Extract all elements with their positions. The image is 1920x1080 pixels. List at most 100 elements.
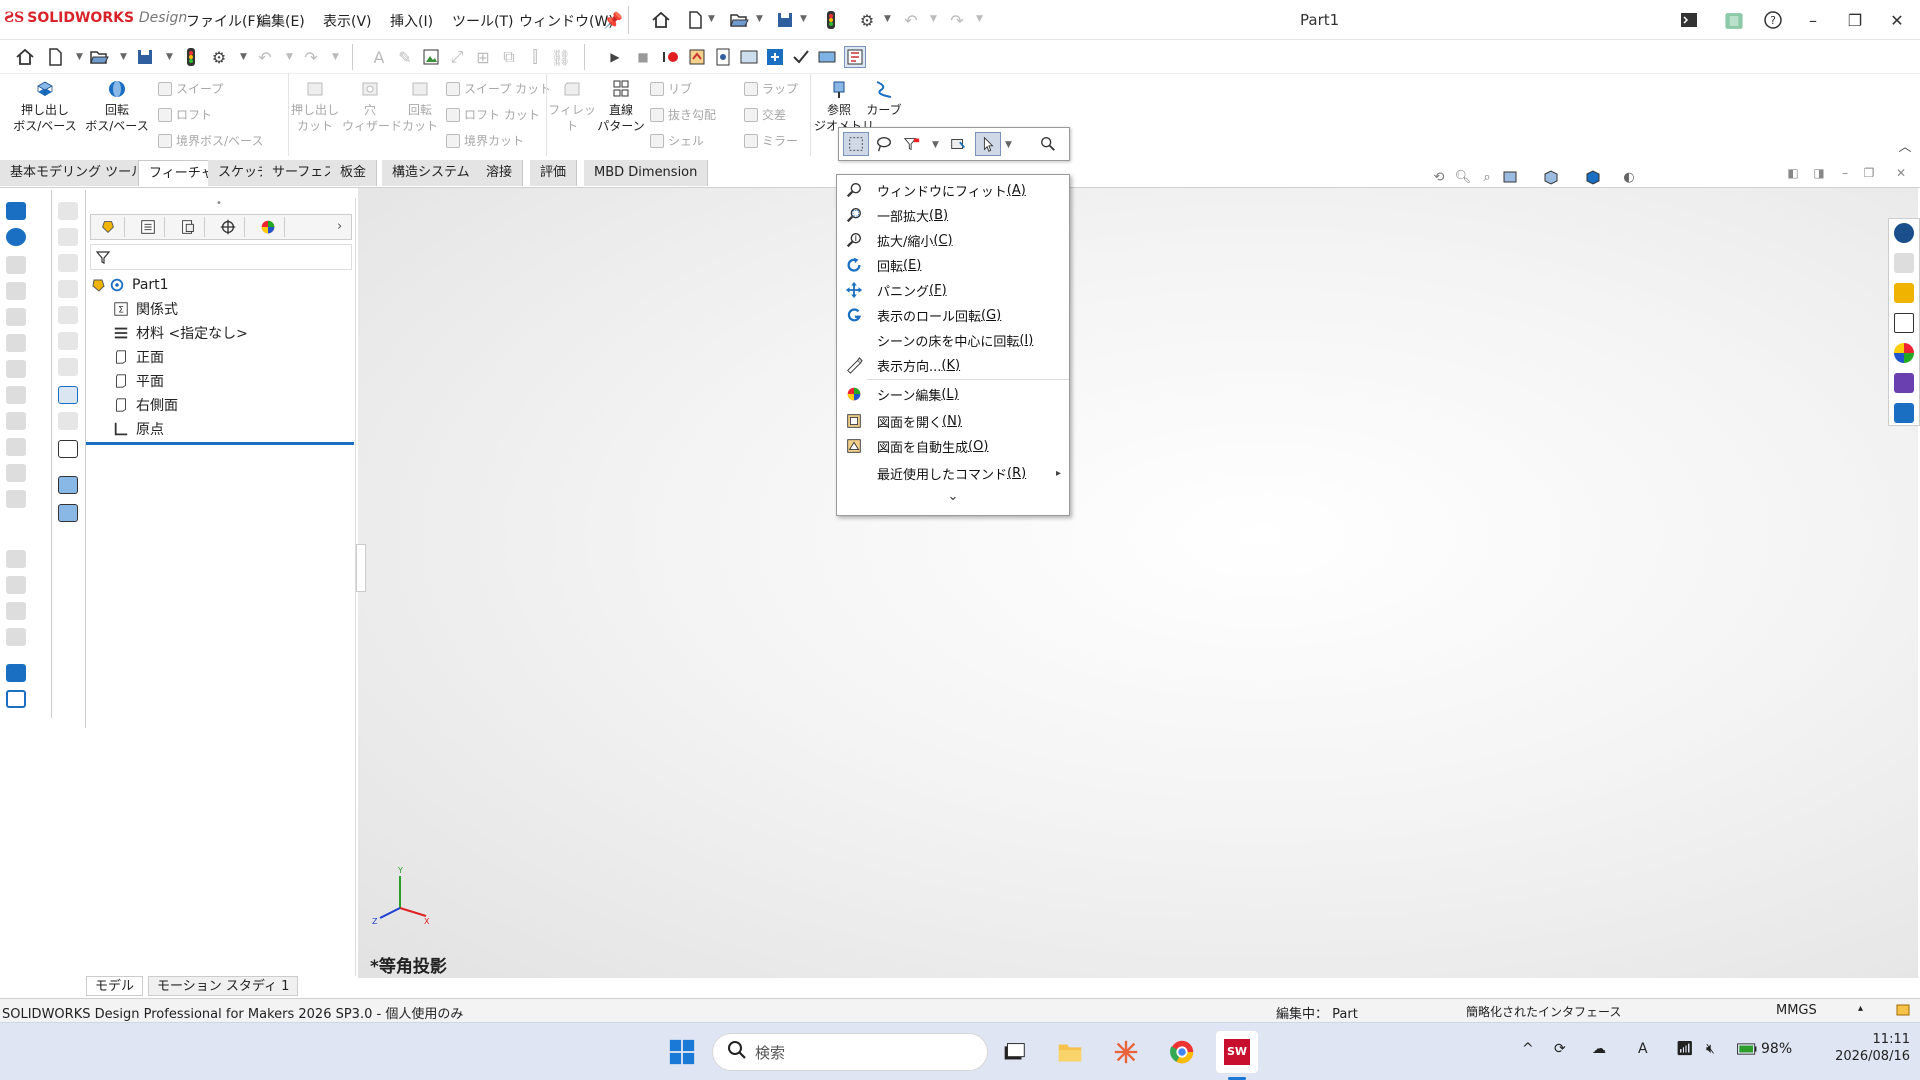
macro-icon[interactable] bbox=[712, 46, 734, 68]
tab-mbd-dimension[interactable]: MBD Dimension bbox=[584, 160, 709, 186]
menu-file[interactable]: ファイル(F) bbox=[186, 11, 261, 31]
boundary-cut-button[interactable]: 境界カット bbox=[446, 132, 524, 149]
menu-item-zoom-in-out[interactable]: 拡大/縮小 (C) bbox=[837, 228, 1069, 252]
chevron-down-icon[interactable]: ▼ bbox=[76, 52, 83, 62]
chevron-down-icon[interactable]: ▼ bbox=[930, 14, 937, 24]
tree-filter[interactable] bbox=[90, 244, 352, 270]
panel-grip-icon[interactable]: • bbox=[216, 198, 222, 209]
tree-item-material[interactable]: 材料 <指定なし> bbox=[112, 322, 248, 344]
custom-icon[interactable] bbox=[738, 46, 760, 68]
save-icon[interactable] bbox=[134, 46, 156, 68]
sweep-cut-button[interactable]: スイープ カット bbox=[446, 80, 551, 97]
sync-icon[interactable]: ⟳ bbox=[1554, 1041, 1566, 1057]
menu-insert[interactable]: 挿入(I) bbox=[390, 11, 433, 31]
boundary-cut-icon[interactable] bbox=[6, 464, 26, 482]
configuration-manager-tab-icon[interactable] bbox=[171, 217, 205, 237]
ime-icon[interactable]: A bbox=[1638, 1041, 1648, 1057]
traffic-light-icon[interactable] bbox=[820, 9, 842, 31]
tab-motion-study[interactable]: モーション スタディ 1 bbox=[148, 976, 299, 996]
graphics-area[interactable]: ⟲ 🔍︎ ⌕ ◐ Y X Z bbox=[358, 170, 1918, 978]
status-units[interactable]: MMGS bbox=[1776, 1003, 1817, 1018]
sketch-rect-icon[interactable] bbox=[58, 228, 78, 246]
help-icon[interactable]: ? bbox=[1762, 9, 1784, 31]
magnify-selection-icon[interactable] bbox=[1035, 132, 1061, 156]
undo-icon[interactable]: ↶ bbox=[900, 9, 922, 31]
mirror-icon[interactable]: ⫿ bbox=[524, 46, 546, 68]
chevron-down-icon[interactable]: ▼ bbox=[240, 52, 247, 62]
boundary-boss-button[interactable]: 境界ボス/ベース bbox=[158, 132, 263, 149]
chevron-down-icon[interactable]: ▼ bbox=[708, 14, 715, 24]
extrude-cut-icon[interactable] bbox=[6, 334, 26, 352]
previous-view-icon[interactable]: ⟲ bbox=[1428, 166, 1450, 188]
reference-geometry-icon[interactable] bbox=[6, 664, 26, 682]
sketch-arc-icon[interactable] bbox=[58, 280, 78, 298]
menu-item-roll-view[interactable]: 表示のロール回転 (G) bbox=[837, 303, 1069, 327]
new-document-icon[interactable] bbox=[684, 9, 706, 31]
display-icon[interactable] bbox=[58, 440, 78, 458]
close-doc-icon[interactable]: ✕ bbox=[1890, 162, 1912, 184]
display-manager-tab-icon[interactable] bbox=[251, 217, 285, 237]
menu-tools[interactable]: ツール(T) bbox=[452, 11, 513, 31]
extrude-cut-button[interactable]: 押し出し カット bbox=[290, 78, 340, 134]
selection-filter-icon[interactable] bbox=[899, 132, 925, 156]
chevron-down-icon[interactable]: ▼ bbox=[1005, 140, 1012, 150]
revolve-cut-button[interactable]: 回転 カット bbox=[398, 78, 442, 134]
mirror-button[interactable]: ミラー bbox=[744, 132, 798, 149]
chevron-up-icon[interactable]: ^ bbox=[1522, 1041, 1534, 1057]
hole-wizard-icon[interactable] bbox=[6, 360, 26, 378]
menu-item-zoom-fit[interactable]: ウィンドウにフィット (A) bbox=[837, 178, 1069, 202]
app-sunburst-icon[interactable] bbox=[1108, 1034, 1144, 1070]
design-library-icon[interactable] bbox=[1894, 253, 1914, 273]
sketch-trim-icon[interactable] bbox=[58, 412, 78, 430]
macro-edit-icon[interactable] bbox=[686, 46, 708, 68]
menu-item-pan[interactable]: パニング (F) bbox=[837, 278, 1069, 302]
box-select-icon[interactable] bbox=[843, 132, 869, 156]
link-icon[interactable]: ⛓ bbox=[550, 46, 572, 68]
menu-item-view-orientation[interactable]: 表示方向... (K) bbox=[837, 353, 1069, 377]
copy-icon[interactable]: ⧉ bbox=[498, 46, 520, 68]
sketch-slot-icon[interactable] bbox=[58, 358, 78, 376]
command-prompt-icon[interactable] bbox=[1678, 9, 1700, 31]
redo-icon[interactable]: ↷ bbox=[300, 46, 322, 68]
volume-mute-icon[interactable]: 🔇︎ bbox=[1706, 1041, 1715, 1057]
linear-pattern-button[interactable]: 直線 パターン bbox=[596, 78, 646, 134]
close-button[interactable]: ✕ bbox=[1880, 8, 1914, 32]
compare-icon[interactable] bbox=[816, 46, 838, 68]
home-icon[interactable] bbox=[14, 46, 36, 68]
appearances-icon[interactable] bbox=[1894, 343, 1914, 363]
section-view-icon[interactable] bbox=[1500, 166, 1522, 188]
menu-item-zoom-area[interactable]: 一部拡大 (B) bbox=[837, 203, 1069, 227]
extrude-boss-icon[interactable] bbox=[6, 202, 26, 220]
restore-doc-icon[interactable]: ❐ bbox=[1858, 162, 1880, 184]
tab-basic-modeling[interactable]: 基本モデリング ツール bbox=[0, 160, 156, 186]
record-icon[interactable] bbox=[660, 46, 682, 68]
hide-show-icon[interactable]: ◐ bbox=[1618, 166, 1640, 188]
chevron-right-icon[interactable]: › bbox=[337, 219, 342, 234]
zoom-to-fit-icon[interactable]: 🔍︎ bbox=[1452, 166, 1474, 188]
menu-item-recent-commands[interactable]: 最近使用したコマンド (R) ▸ bbox=[837, 461, 1069, 485]
shell-icon[interactable] bbox=[6, 628, 26, 646]
scale-icon[interactable]: ⊞ bbox=[472, 46, 494, 68]
chevron-down-icon[interactable]: ▼ bbox=[332, 52, 339, 62]
rollback-bar[interactable] bbox=[86, 442, 354, 445]
feature-manager-tab-icon[interactable] bbox=[91, 217, 125, 237]
undo-icon[interactable]: ↶ bbox=[254, 46, 276, 68]
custom-properties-icon[interactable] bbox=[1894, 373, 1914, 393]
forum-icon[interactable] bbox=[1894, 403, 1914, 423]
expand-menu-button[interactable]: ⌄ bbox=[837, 489, 1069, 504]
shell-button[interactable]: シェル bbox=[650, 132, 704, 149]
chevron-down-icon[interactable]: ▼ bbox=[800, 14, 807, 24]
save-icon[interactable] bbox=[774, 9, 796, 31]
panel-right-icon[interactable]: ◨ bbox=[1808, 162, 1830, 184]
tab-weldments[interactable]: 溶接 bbox=[476, 160, 524, 186]
select-arrow-icon[interactable] bbox=[975, 132, 1001, 156]
taskbar-search[interactable]: 検索 bbox=[712, 1033, 988, 1071]
loft-cut-button[interactable]: ロフト カット bbox=[446, 106, 540, 123]
menu-edit[interactable]: 編集(E) bbox=[257, 11, 305, 31]
home-icon[interactable] bbox=[650, 9, 672, 31]
tree-item-right-plane[interactable]: 右側面 bbox=[112, 394, 178, 416]
property-manager-tab-icon[interactable] bbox=[131, 217, 165, 237]
open-folder-icon[interactable] bbox=[728, 9, 750, 31]
sketch-spline-icon[interactable] bbox=[58, 306, 78, 324]
minimize-doc-icon[interactable]: – bbox=[1834, 162, 1856, 184]
